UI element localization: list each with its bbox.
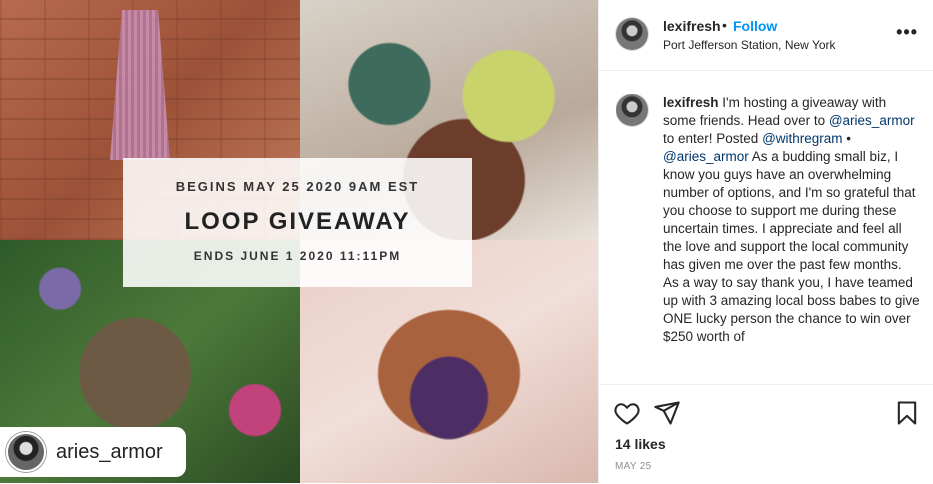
more-options-button[interactable]: •••	[896, 22, 918, 43]
header-username[interactable]: lexifresh	[663, 18, 721, 34]
bookmark-icon[interactable]	[893, 399, 921, 427]
tag-username: aries_armor	[56, 440, 163, 463]
caption-text-3: •	[842, 131, 852, 146]
tag-avatar	[6, 432, 46, 472]
caption-text-5: As a way to say thank you, I have teamed…	[663, 275, 920, 344]
mention-link[interactable]: @aries_armor	[829, 113, 915, 128]
macrame-hanger	[110, 10, 170, 160]
caption: lexifresh I'm hosting a giveaway with so…	[616, 94, 921, 384]
avatar[interactable]	[616, 18, 648, 50]
caption-text: lexifresh I'm hosting a giveaway with so…	[663, 94, 921, 346]
caption-username[interactable]: lexifresh	[663, 95, 719, 110]
caption-avatar[interactable]	[616, 94, 648, 126]
user-tag[interactable]: aries_armor	[0, 427, 186, 477]
post-image[interactable]: BEGINS MAY 25 2020 9AM EST LOOP GIVEAWAY…	[0, 0, 598, 483]
post-date[interactable]: MAY 25	[615, 461, 651, 472]
banner-ends: ENDS JUNE 1 2020 11:11PM	[193, 249, 402, 263]
giveaway-banner: BEGINS MAY 25 2020 9AM EST LOOP GIVEAWAY…	[123, 158, 472, 287]
banner-title: LOOP GIVEAWAY	[184, 208, 411, 235]
likes-count[interactable]: 14 likes	[615, 436, 666, 452]
location-link[interactable]: Port Jefferson Station, New York	[663, 38, 836, 52]
follow-button[interactable]: Follow	[733, 18, 777, 34]
heart-icon[interactable]	[613, 399, 641, 427]
caption-text-4: As a budding small biz, I know you guys …	[663, 149, 916, 272]
post-sidebar: lexifresh • Follow Port Jefferson Statio…	[598, 0, 933, 483]
mention-link[interactable]: @withregram	[762, 131, 842, 146]
share-icon[interactable]	[653, 399, 681, 427]
mention-link[interactable]: @aries_armor	[663, 149, 749, 164]
header-separator: •	[722, 17, 727, 33]
banner-begins: BEGINS MAY 25 2020 9AM EST	[175, 179, 420, 194]
post-actions: 14 likes MAY 25	[599, 384, 933, 484]
post-header: lexifresh • Follow Port Jefferson Statio…	[599, 0, 933, 71]
caption-text-2: to enter! Posted	[663, 131, 763, 146]
instagram-post: BEGINS MAY 25 2020 9AM EST LOOP GIVEAWAY…	[0, 0, 933, 483]
